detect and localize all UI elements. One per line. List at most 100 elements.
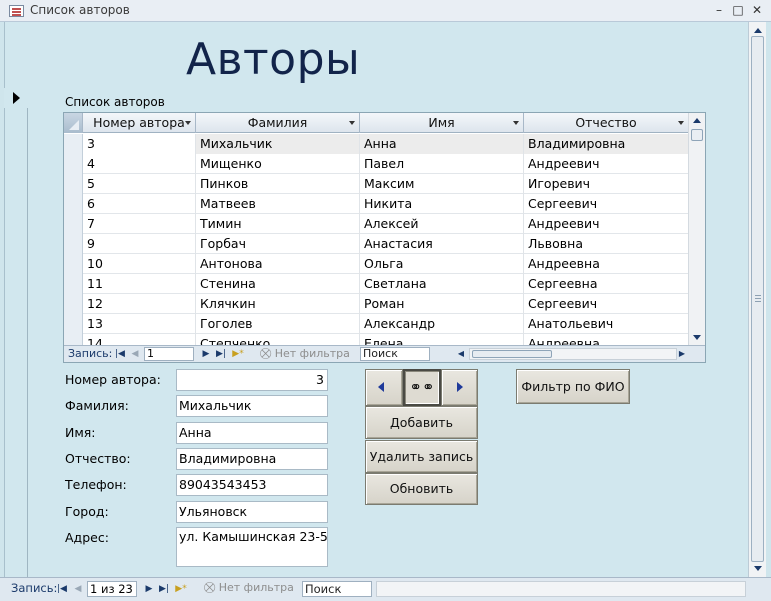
table-cell[interactable]: Михальчик <box>196 134 360 154</box>
scroll-thumb[interactable] <box>751 36 764 562</box>
table-cell[interactable]: Сергеевич <box>524 194 689 214</box>
scroll-up-icon[interactable] <box>754 28 762 33</box>
maximize-icon[interactable]: □ <box>731 3 745 17</box>
table-row[interactable]: 12 Клячкин Роман Сергеевич <box>64 294 689 314</box>
table-cell[interactable]: Никита <box>360 194 524 214</box>
table-cell[interactable]: Степченко <box>196 334 360 345</box>
table-cell[interactable]: Мищенко <box>196 154 360 174</box>
row-selector[interactable] <box>64 254 83 274</box>
table-cell[interactable]: Елена <box>360 334 524 345</box>
subform-horizontal-scrollbar[interactable] <box>469 348 677 360</box>
table-cell[interactable]: 12 <box>83 294 196 314</box>
row-selector[interactable] <box>64 334 83 345</box>
table-cell[interactable]: Игоревич <box>524 174 689 194</box>
no-filter-indicator[interactable]: ⛒ Нет фильтра <box>204 581 294 595</box>
first-record-icon[interactable]: |◀ <box>114 347 126 361</box>
table-cell[interactable]: 14 <box>83 334 196 345</box>
row-selector[interactable] <box>64 214 83 234</box>
form-vertical-scrollbar[interactable] <box>748 22 766 577</box>
phone-field[interactable]: 89043543453 <box>176 474 328 496</box>
prev-record-button[interactable] <box>365 369 403 406</box>
scroll-down-icon[interactable] <box>693 335 701 340</box>
scroll-left-icon[interactable]: ◀ <box>455 347 467 361</box>
table-cell[interactable]: Павел <box>360 154 524 174</box>
table-cell[interactable]: Анатольевич <box>524 314 689 334</box>
author-id-field[interactable]: 3 <box>176 369 328 391</box>
table-row[interactable]: 6 Матвеев Никита Сергеевич <box>64 194 689 214</box>
no-filter-indicator[interactable]: ⛒ Нет фильтра <box>260 347 350 361</box>
minimize-icon[interactable]: – <box>712 3 726 17</box>
table-cell[interactable]: 5 <box>83 174 196 194</box>
table-cell[interactable]: 6 <box>83 194 196 214</box>
search-input[interactable]: Поиск <box>360 347 430 361</box>
table-cell[interactable]: 13 <box>83 314 196 334</box>
add-record-button[interactable]: Добавить запись <box>365 406 478 461</box>
column-header[interactable]: Фамилия <box>196 113 360 133</box>
table-cell[interactable]: Андреевич <box>524 154 689 174</box>
table-row[interactable]: 4 Мищенко Павел Андреевич <box>64 154 689 174</box>
table-cell[interactable]: Тимин <box>196 214 360 234</box>
chevron-down-icon[interactable] <box>185 121 191 125</box>
last-record-icon[interactable]: ▶| <box>158 581 170 597</box>
subform-vertical-scrollbar[interactable] <box>688 113 705 345</box>
table-cell[interactable]: Алексей <box>360 214 524 234</box>
table-row[interactable]: 5 Пинков Максим Игоревич <box>64 174 689 194</box>
table-cell[interactable]: 4 <box>83 154 196 174</box>
record-number-input[interactable]: 1 из 23 <box>87 581 137 597</box>
column-header[interactable]: Отчество <box>524 113 689 133</box>
table-cell[interactable]: 11 <box>83 274 196 294</box>
column-header[interactable]: Номер автора <box>83 113 196 133</box>
table-cell[interactable]: Клячкин <box>196 294 360 314</box>
city-field[interactable]: Ульяновск <box>176 501 328 523</box>
form-horizontal-scrollbar[interactable] <box>376 581 746 597</box>
row-selector[interactable] <box>64 234 83 254</box>
row-selector[interactable] <box>64 194 83 214</box>
resize-grip-icon[interactable] <box>752 583 766 597</box>
table-cell[interactable]: Анна <box>360 134 524 154</box>
hscroll-thumb[interactable] <box>472 350 552 358</box>
name-field[interactable]: Анна <box>176 422 328 444</box>
next-record-icon[interactable]: ▶ <box>200 347 212 361</box>
record-selector-bar[interactable] <box>4 88 28 577</box>
table-row[interactable]: 10 Антонова Ольга Андреевна <box>64 254 689 274</box>
prev-record-icon[interactable]: ◀ <box>129 347 141 361</box>
scroll-right-icon[interactable]: ▶ <box>676 347 688 361</box>
scroll-down-icon[interactable] <box>754 566 762 571</box>
table-row[interactable]: 7 Тимин Алексей Андреевич <box>64 214 689 234</box>
row-selector[interactable] <box>64 154 83 174</box>
table-cell[interactable]: Антонова <box>196 254 360 274</box>
row-selector[interactable] <box>64 134 83 154</box>
new-record-icon[interactable]: ▶* <box>175 581 187 597</box>
delete-record-button[interactable]: Удалить запись <box>365 440 478 473</box>
row-selector[interactable] <box>64 174 83 194</box>
table-row[interactable]: 11 Стенина Светлана Сергеевна <box>64 274 689 294</box>
table-cell[interactable]: Андреевич <box>524 214 689 234</box>
find-button[interactable]: ⚭⚭ <box>403 369 441 406</box>
filter-fio-button[interactable]: Фильтр по ФИО <box>516 369 630 404</box>
table-cell[interactable]: Роман <box>360 294 524 314</box>
table-cell[interactable]: 7 <box>83 214 196 234</box>
table-cell[interactable]: Максим <box>360 174 524 194</box>
prev-record-icon[interactable]: ◀ <box>72 581 84 597</box>
scroll-up-icon[interactable] <box>693 118 701 123</box>
table-cell[interactable]: Пинков <box>196 174 360 194</box>
table-cell[interactable]: Андреевна <box>524 334 689 345</box>
first-record-icon[interactable]: |◀ <box>56 581 68 597</box>
search-input[interactable]: Поиск <box>302 581 372 597</box>
next-record-icon[interactable]: ▶ <box>143 581 155 597</box>
new-record-icon[interactable]: ▶* <box>232 347 244 361</box>
close-icon[interactable]: ✕ <box>750 3 764 17</box>
table-cell[interactable]: Сергеевич <box>524 294 689 314</box>
table-cell[interactable]: 9 <box>83 234 196 254</box>
table-cell[interactable]: Ольга <box>360 254 524 274</box>
table-cell[interactable]: Владимировна <box>524 134 689 154</box>
table-cell[interactable]: Стенина <box>196 274 360 294</box>
table-cell[interactable]: Сергеевна <box>524 274 689 294</box>
table-cell[interactable]: Андреевна <box>524 254 689 274</box>
select-all-corner[interactable] <box>64 113 83 133</box>
table-cell[interactable]: Львовна <box>524 234 689 254</box>
table-cell[interactable]: Анастасия <box>360 234 524 254</box>
chevron-down-icon[interactable] <box>678 121 684 125</box>
table-cell[interactable]: Гоголев <box>196 314 360 334</box>
address-field[interactable]: ул. Камышинская 23-5 <box>176 527 328 567</box>
